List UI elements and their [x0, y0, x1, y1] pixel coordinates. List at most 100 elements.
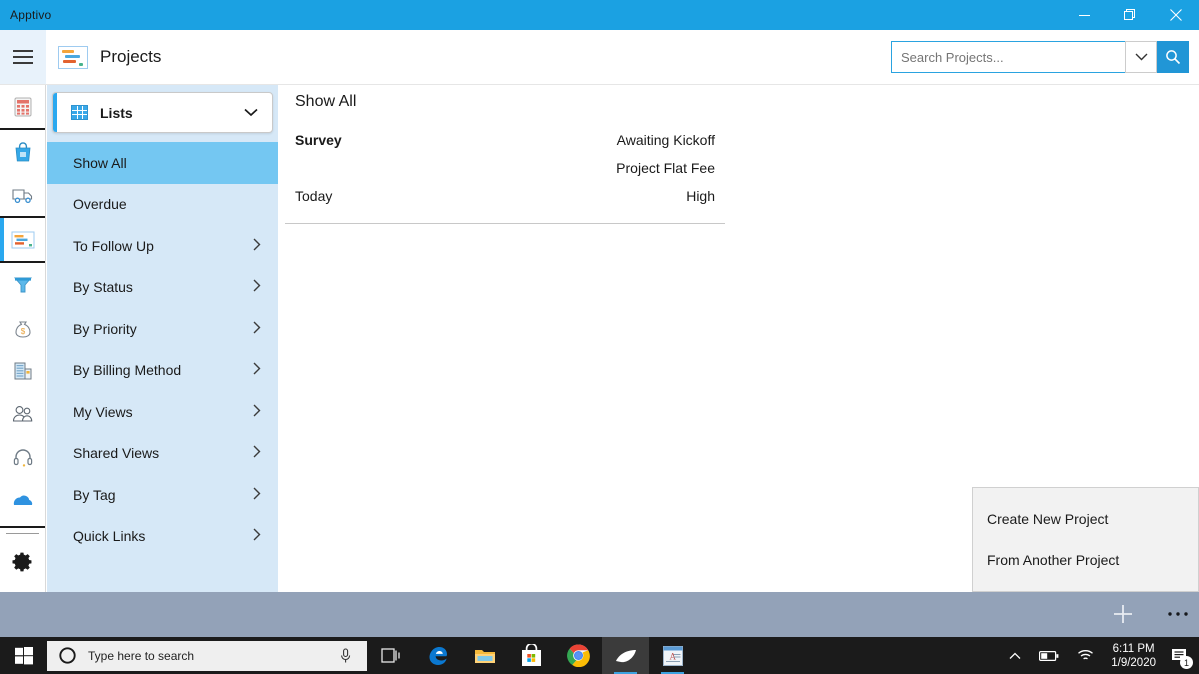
rail-item-calculator[interactable] [0, 85, 45, 128]
gear-icon [11, 552, 31, 571]
project-date: Today [295, 188, 333, 204]
window-title: Apptivo [10, 8, 52, 22]
restore-button[interactable] [1107, 0, 1153, 30]
sidebar-item-shared-views[interactable]: Shared Views [47, 433, 278, 475]
menu-item-label: From Another Project [987, 551, 1120, 568]
menu-item-create-new-project[interactable]: Create New Project [973, 498, 1198, 539]
notifications-button[interactable]: 1 [1164, 637, 1199, 674]
add-button[interactable] [1108, 595, 1138, 633]
show-hidden-icons-button[interactable] [1000, 637, 1030, 674]
sidebar-item-overdue[interactable]: Overdue [47, 184, 278, 226]
rail-item-leads[interactable] [0, 263, 45, 306]
minimize-button[interactable] [1061, 0, 1107, 30]
taskbar-microsoft-store[interactable] [508, 637, 555, 674]
notification-count-badge: 1 [1180, 656, 1193, 669]
windows-taskbar: Type here to search A 6:11 PM 1/9/2020 1 [0, 637, 1199, 674]
taskbar-search-placeholder: Type here to search [88, 648, 195, 663]
content-title: Show All [295, 93, 357, 110]
sidebar-item-by-priority[interactable]: By Priority [47, 308, 278, 350]
rail-item-contacts[interactable] [0, 392, 45, 435]
search-bar [891, 41, 1189, 73]
rail-item-cloud[interactable] [0, 478, 45, 521]
rail-item-finance[interactable]: $ [0, 306, 45, 349]
funnel-icon [13, 277, 32, 292]
more-icon [1168, 612, 1188, 616]
people-icon [12, 405, 32, 422]
taskbar-document-app[interactable]: A [649, 637, 696, 674]
app-header: Projects [0, 30, 1199, 85]
chevron-right-icon [253, 238, 261, 254]
show-hidden-icons-chevron [1009, 652, 1021, 659]
more-options-button[interactable] [1163, 595, 1193, 633]
network-button[interactable] [1068, 637, 1103, 674]
close-button[interactable] [1153, 0, 1199, 30]
sidebar-item-label: Overdue [73, 196, 127, 213]
sidebar-item-label: By Billing Method [73, 362, 182, 379]
taskbar-task-view[interactable] [367, 637, 414, 674]
hamburger-icon [13, 50, 33, 64]
system-tray: 6:11 PM 1/9/2020 1 [1000, 637, 1199, 674]
project-name: Survey [295, 132, 342, 148]
microphone-icon[interactable] [339, 647, 352, 664]
sidebar-item-by-tag[interactable]: By Tag [47, 474, 278, 516]
taskbar-search[interactable]: Type here to search [47, 640, 367, 671]
clock-date: 1/9/2020 [1111, 656, 1156, 669]
lists-dropdown-header[interactable]: Lists [52, 92, 273, 133]
project-list-item[interactable]: Survey Awaiting Kickoff Project Flat Fee… [285, 132, 725, 224]
plus-icon [1114, 605, 1132, 623]
rail-item-sales[interactable] [0, 128, 45, 173]
sidebar-item-label: By Priority [73, 320, 137, 337]
taskbar-chrome[interactable] [555, 637, 602, 674]
rail-item-projects[interactable] [0, 216, 45, 263]
sidebar-item-my-views[interactable]: My Views [47, 391, 278, 433]
windows-start-icon [14, 646, 33, 664]
taskbar-file-explorer[interactable] [461, 637, 508, 674]
menu-item-from-another-project[interactable]: From Another Project [973, 539, 1198, 580]
sidebar-item-quick-links[interactable]: Quick Links [47, 516, 278, 558]
search-submit-button[interactable] [1157, 41, 1189, 73]
chevron-right-icon [253, 362, 261, 378]
cloud-icon [13, 495, 32, 505]
rail-item-settings[interactable] [0, 540, 45, 583]
battery-icon [1039, 650, 1059, 661]
money-bag-icon: $ [14, 320, 31, 338]
page-title: Projects [100, 47, 162, 66]
sidebar-item-label: By Tag [73, 486, 116, 503]
battery-button[interactable] [1030, 637, 1068, 674]
clock-time: 6:11 PM [1112, 642, 1155, 655]
chrome-browser-icon [567, 644, 590, 667]
project-status: Awaiting Kickoff [616, 132, 715, 148]
rail-item-support[interactable] [0, 435, 45, 478]
search-dropdown-button[interactable] [1125, 41, 1157, 73]
grid-icon [71, 105, 88, 120]
sidebar-item-to-follow-up[interactable]: To Follow Up [47, 225, 278, 267]
calculator-icon [14, 97, 31, 116]
document-app-icon: A [662, 645, 683, 666]
sidebar-item-label: Show All [73, 154, 127, 171]
delivery-truck-icon [11, 188, 32, 203]
sidebar-item-by-status[interactable]: By Status [47, 267, 278, 309]
chevron-right-icon [253, 528, 261, 544]
edge-browser-icon [429, 646, 447, 665]
project-priority: High [686, 188, 715, 204]
rail-divider-top [0, 526, 45, 528]
rail-item-shipping[interactable] [0, 173, 45, 216]
sidebar-item-label: Quick Links [73, 528, 146, 545]
search-icon [1166, 50, 1181, 65]
sidebar-item-label: By Status [73, 279, 133, 296]
shopping-bag-icon [15, 141, 30, 161]
start-button[interactable] [0, 637, 47, 674]
rail-item-company[interactable] [0, 349, 45, 392]
projects-icon [11, 231, 34, 248]
task-view-icon [380, 647, 400, 663]
search-input[interactable] [891, 41, 1125, 73]
clock[interactable]: 6:11 PM 1/9/2020 [1103, 642, 1164, 670]
chevron-right-icon [253, 445, 261, 461]
taskbar-apptivo[interactable] [602, 637, 649, 674]
sidebar-item-show-all[interactable]: Show All [47, 142, 278, 184]
window-titlebar: Apptivo [0, 0, 1199, 30]
project-row-billing: Project Flat Fee [295, 160, 715, 188]
taskbar-edge[interactable] [414, 637, 461, 674]
sidebar-item-by-billing-method[interactable]: By Billing Method [47, 350, 278, 392]
menu-button[interactable] [0, 30, 46, 84]
